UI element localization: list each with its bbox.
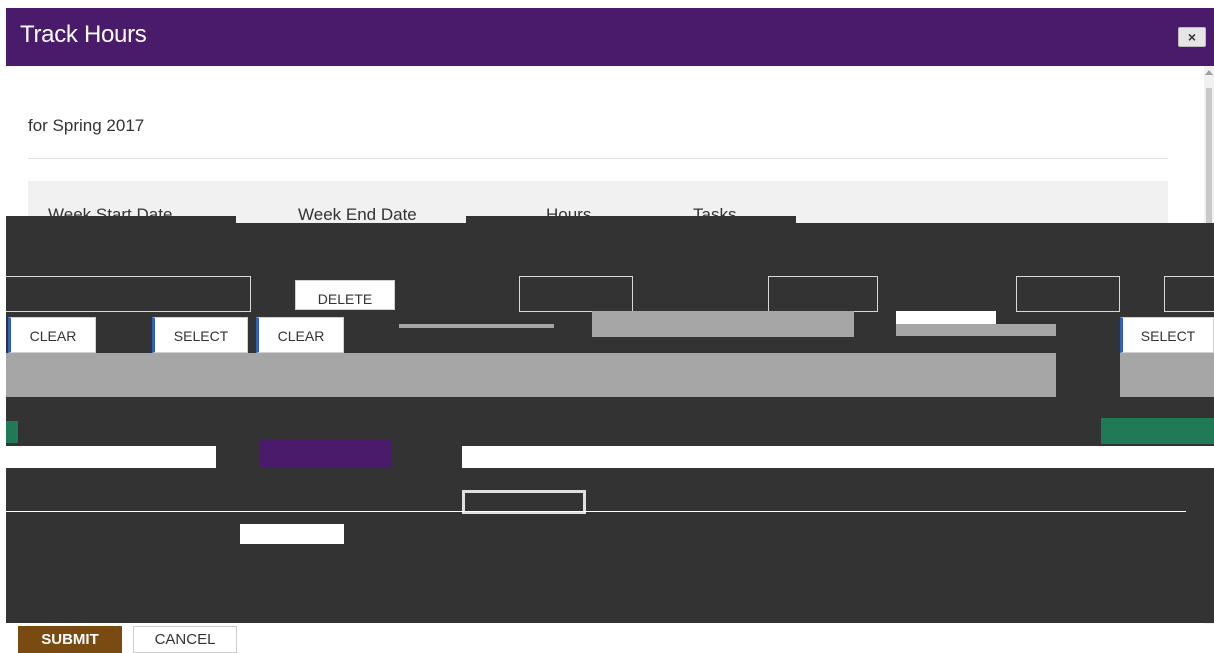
col-week-end-date: Week End Date [298, 205, 417, 224]
hours-input[interactable] [519, 276, 633, 312]
clear-button[interactable]: CLEAR [8, 317, 96, 353]
section-divider [28, 158, 1168, 159]
glitch-strip [896, 311, 996, 325]
submit-button[interactable]: SUBMIT [18, 626, 122, 653]
term-subtitle: for Spring 2017 [28, 116, 145, 135]
glitch-line [6, 511, 1186, 512]
dialog-titlebar: Track Hours × [6, 8, 1214, 66]
glitch-bar [896, 324, 1056, 336]
close-icon: × [1187, 29, 1197, 45]
glitch-purple-button [260, 440, 392, 468]
select-button[interactable]: SELECT [1120, 317, 1214, 353]
glitch-strip [6, 446, 216, 468]
glitch-gray-band [1120, 353, 1214, 397]
glitch-strip [462, 446, 1214, 468]
glitch-green [6, 421, 18, 443]
glitch-gray-band [6, 353, 1056, 397]
glitch-strip [466, 216, 796, 224]
glitch-strip [240, 524, 344, 544]
row-input[interactable] [1164, 276, 1214, 312]
dialog-title: Track Hours [20, 21, 147, 48]
scroll-up-arrow-icon[interactable] [1205, 70, 1213, 75]
glitch-bar [399, 324, 554, 328]
glitch-strip [6, 216, 236, 224]
tasks-input[interactable] [768, 276, 878, 312]
track-hours-dialog: Track Hours × for Spring 2017 Week Start… [6, 8, 1214, 653]
week-start-input[interactable] [6, 276, 251, 312]
tasks-textarea[interactable] [592, 311, 854, 337]
add-hours-button[interactable] [1101, 418, 1214, 444]
row-input[interactable] [1016, 276, 1120, 312]
close-button[interactable]: × [1178, 27, 1206, 47]
select-button[interactable]: SELECT [152, 317, 248, 353]
cancel-button[interactable]: CANCEL [133, 626, 237, 653]
delete-button[interactable]: DELETE [295, 280, 395, 310]
clear-button[interactable]: CLEAR [256, 317, 344, 353]
